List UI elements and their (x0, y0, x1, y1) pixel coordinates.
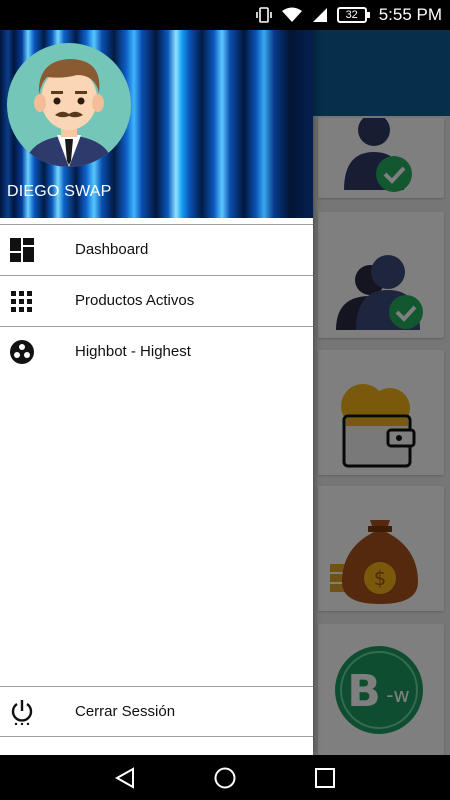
recents-icon[interactable] (313, 766, 337, 790)
avatar-illustration (25, 59, 113, 167)
back-icon[interactable] (113, 766, 137, 790)
drawer-header: DIEGO SWAP (0, 30, 313, 218)
clock: 5:55 PM (378, 5, 442, 24)
wifi-icon (281, 7, 302, 22)
dashboard-icon (10, 238, 34, 262)
menu-item-label: Productos Activos (75, 292, 195, 309)
status-icons: 32 5:55 PM (255, 4, 442, 26)
signal-icon (312, 8, 327, 22)
menu-item-label: Cerrar Sessión (75, 703, 176, 720)
menu-item-label: Dashboard (75, 241, 149, 258)
home-icon[interactable] (213, 766, 237, 790)
battery-icon: 32 (336, 7, 370, 23)
navigation-drawer: DIEGO SWAP Dashboard Productos Activos H… (0, 30, 313, 755)
vibrate-icon (255, 7, 272, 23)
menu-item-productos-activos[interactable]: Productos Activos (0, 275, 313, 326)
grid-icon (11, 291, 32, 312)
menu-item-label: Highbot - Highest (75, 343, 191, 360)
menu-item-logout[interactable]: Cerrar Sessión (0, 686, 313, 737)
drawer-menu: Dashboard Productos Activos Highbot - Hi… (0, 224, 313, 377)
status-bar: 32 5:55 PM (0, 0, 450, 30)
battery-level: 32 (345, 9, 358, 21)
menu-item-dashboard[interactable]: Dashboard (0, 224, 313, 275)
power-icon (11, 700, 33, 725)
user-name: DIEGO SWAP (7, 183, 112, 200)
drawer-footer: Cerrar Sessión (0, 686, 313, 737)
bot-icon (10, 340, 34, 364)
system-nav-bar (0, 755, 450, 800)
avatar[interactable] (7, 43, 131, 167)
menu-item-highbot[interactable]: Highbot - Highest (0, 326, 313, 377)
